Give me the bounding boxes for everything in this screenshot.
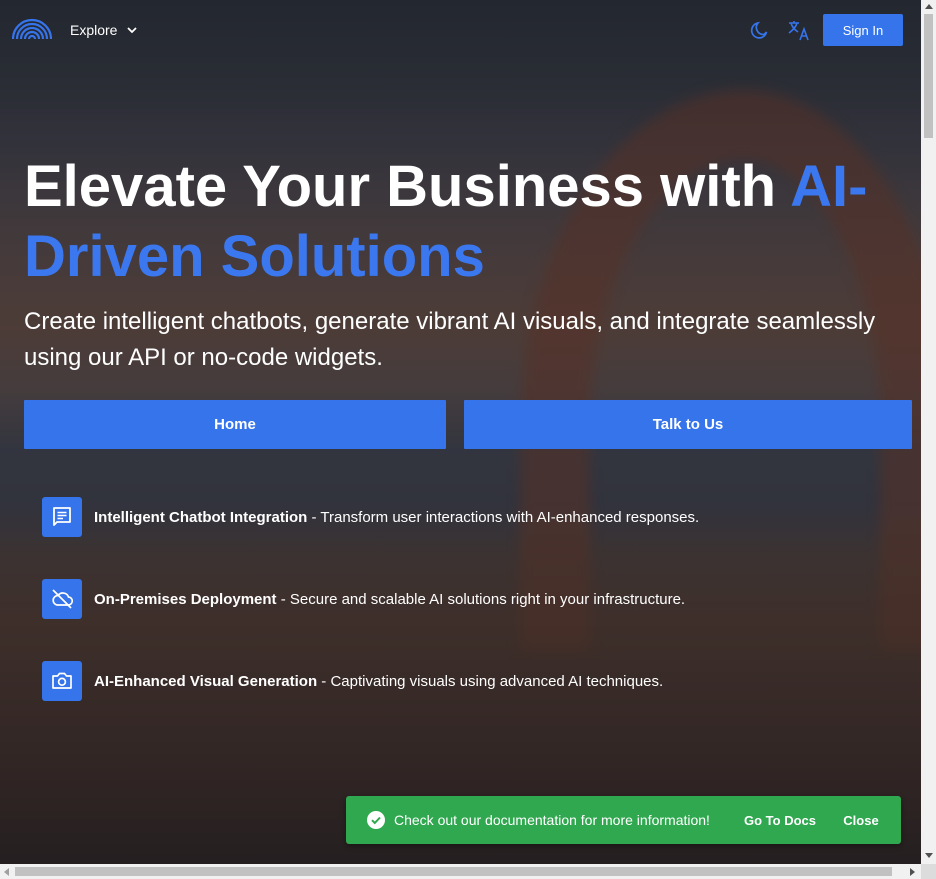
documentation-toast: Check out our documentation for more inf… [346,796,901,844]
toast-message: Check out our documentation for more inf… [394,812,710,828]
scroll-down-arrow-icon[interactable] [925,853,933,858]
feature-description: - Captivating visuals using advanced AI … [317,672,664,690]
vertical-scrollbar[interactable] [921,0,936,864]
go-to-docs-button[interactable]: Go To Docs [742,808,818,832]
feature-item-visual-generation: AI-Enhanced Visual Generation - Captivat… [42,661,663,701]
feature-description: - Secure and scalable AI solutions right… [276,590,686,608]
sign-in-button[interactable]: Sign In [823,14,903,46]
scroll-up-arrow-icon[interactable] [925,4,933,9]
feature-text: On-Premises Deployment - Secure and scal… [94,591,685,608]
hero-title: Elevate Your Business with AI-Driven Sol… [24,152,914,292]
feature-item-chatbot: Intelligent Chatbot Integration - Transf… [42,497,699,537]
logo-arc-icon[interactable] [12,18,52,40]
feature-title: On-Premises Deployment [94,590,277,608]
horizontal-scroll-thumb[interactable] [15,867,892,876]
translate-icon[interactable] [787,18,811,42]
feature-text: Intelligent Chatbot Integration - Transf… [94,509,699,526]
feature-text: AI-Enhanced Visual Generation - Captivat… [94,673,663,690]
talk-to-us-button[interactable]: Talk to Us [464,400,912,449]
feature-title: Intelligent Chatbot Integration [94,508,308,526]
feature-item-on-premises: On-Premises Deployment - Secure and scal… [42,579,685,619]
scroll-left-arrow-icon[interactable] [4,868,9,876]
page-viewport: Explore Sign In Elevate Your Business wi… [0,0,921,864]
moon-icon[interactable] [750,20,770,40]
feature-title: AI-Enhanced Visual Generation [94,672,318,690]
chevron-down-icon [127,27,138,34]
scroll-right-arrow-icon[interactable] [910,868,915,876]
hero-title-plain: Elevate Your Business with [24,154,791,219]
explore-label: Explore [70,22,118,38]
top-nav: Explore Sign In [0,0,921,60]
camera-icon [42,661,82,701]
explore-menu[interactable]: Explore [70,20,139,40]
horizontal-scrollbar[interactable] [0,864,921,879]
scrollbar-corner [921,864,936,879]
check-circle-icon [367,811,385,829]
close-toast-button[interactable]: Close [838,808,884,832]
cloud-off-icon [42,579,82,619]
hero-subtitle: Create intelligent chatbots, generate vi… [24,308,876,371]
home-button[interactable]: Home [24,400,446,449]
chat-icon [42,497,82,537]
feature-description: - Transform user interactions with AI-en… [307,508,700,526]
vertical-scroll-thumb[interactable] [924,14,933,138]
